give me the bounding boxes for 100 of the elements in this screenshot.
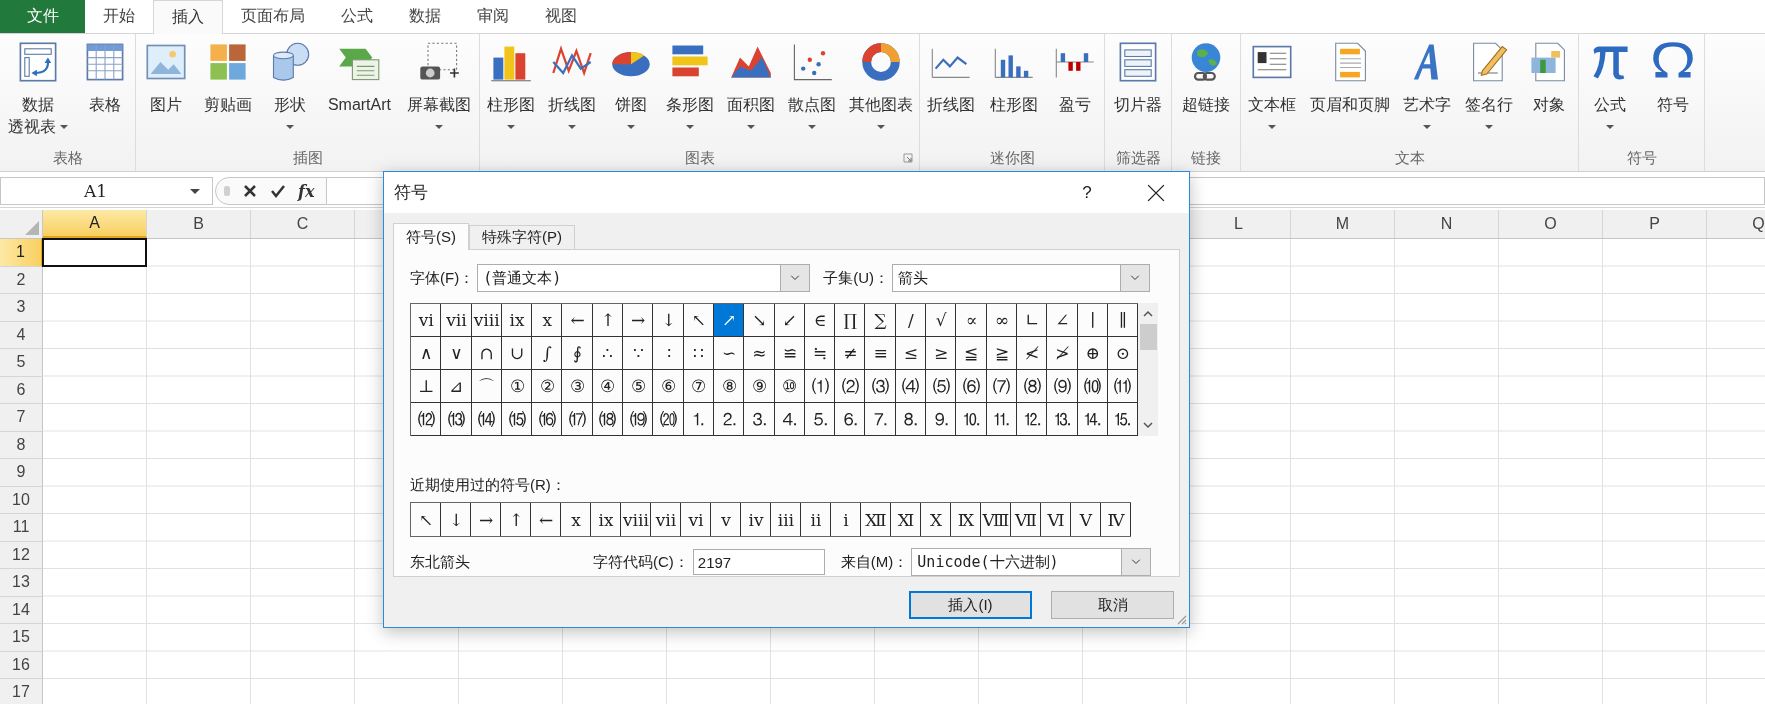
symbol-cell[interactable]: ↑ [592,304,624,337]
symbol-cell[interactable]: ∶ [653,337,684,370]
symbol-cell[interactable]: ⒅ [592,403,624,436]
check-icon[interactable] [270,183,286,199]
symbol-cell[interactable]: ← [562,304,593,337]
symbol-cell[interactable]: ⒄ [562,403,593,436]
symbol-cell[interactable]: ∝ [956,304,987,337]
ribbon-button[interactable]: 表格 [81,38,130,116]
column-header[interactable]: Q [1707,210,1765,238]
symbol-cell[interactable]: √ [926,304,957,337]
help-button[interactable]: ? [1067,176,1107,209]
symbol-cell[interactable]: ⅸ [501,304,533,337]
character-code-field[interactable]: 2197 [692,549,825,575]
row-header[interactable]: 14 [0,596,43,624]
symbol-cell[interactable]: ⊿ [441,370,472,403]
ribbon-button[interactable]: SmartArt [325,38,393,116]
column-header[interactable]: A [43,210,147,238]
row-header[interactable]: 2 [0,266,43,294]
symbol-cell[interactable]: ① [501,370,533,403]
symbol-cell[interactable]: ⒏ [895,403,927,436]
symbol-cell[interactable]: ∩ [471,337,502,370]
ribbon-button[interactable]: 切片器 [1112,38,1164,116]
row-header[interactable]: 9 [0,459,43,487]
ribbon-tab[interactable]: 数据 [391,0,459,33]
ribbon-button[interactable]: 图片 [142,38,190,116]
symbol-cell[interactable]: ∪ [501,337,533,370]
symbol-cell[interactable]: ∧ [411,337,442,370]
symbol-cell[interactable]: ⑶ [865,370,896,403]
symbol-cell[interactable]: ⊥ [411,370,442,403]
column-header[interactable]: O [1499,210,1603,238]
name-box[interactable]: A1 [0,177,213,205]
dialog-button[interactable]: 取消 [1051,591,1174,619]
ribbon-tab[interactable]: 视图 [527,0,595,33]
row-header[interactable]: 15 [0,624,43,652]
symbol-cell[interactable]: ⒊ [744,403,775,436]
ribbon-button[interactable]: 其他图表 [846,38,915,129]
symbol-cell[interactable]: ≮ [1016,337,1048,370]
symbol-cell[interactable]: ∠ [1047,304,1078,337]
ribbon-button[interactable]: 文本框 [1245,38,1298,129]
ribbon-button[interactable]: 剪贴画 [201,38,254,116]
symbol-cell[interactable]: ∏ [835,304,866,337]
symbol-cell[interactable]: ∈ [804,304,836,337]
file-tab[interactable]: 文件 [0,0,85,33]
row-header[interactable]: 17 [0,679,43,704]
symbol-cell[interactable]: ∽ [713,337,745,370]
symbol-cell[interactable]: ∫ [532,337,563,370]
symbol-cell[interactable]: ⒋ [774,403,805,436]
dialog-tab[interactable]: 符号(S) [393,223,469,250]
symbol-cell[interactable]: ≒ [804,337,836,370]
ribbon-button[interactable]: 页眉和页脚 [1307,38,1392,116]
symbol-cell[interactable]: ⒎ [865,403,896,436]
symbol-cell[interactable]: ⅹ [532,304,563,337]
symbol-cell[interactable]: ≦ [956,337,987,370]
symbol-cell[interactable]: ⒉ [713,403,745,436]
font-dropdown[interactable]: (普通文本) [477,264,811,292]
ribbon-button[interactable]: 柱形图 [484,38,537,129]
symbol-cell[interactable]: ≧ [986,337,1017,370]
row-header[interactable]: 6 [0,376,43,404]
row-header[interactable]: 13 [0,569,43,597]
scrollbar-thumb[interactable] [1139,324,1157,350]
symbol-cell[interactable]: ≯ [1047,337,1078,370]
symbol-cell[interactable]: ⑧ [713,370,745,403]
symbol-cell[interactable]: ⒇ [653,403,684,436]
column-header[interactable]: B [147,210,251,238]
symbol-cell[interactable]: ⑻ [1016,370,1048,403]
symbol-cell[interactable]: ⑷ [895,370,927,403]
symbol-cell[interactable]: ↓ [653,304,684,337]
ribbon-button[interactable]: 符号 [1648,38,1697,116]
ribbon-button[interactable]: 形状 [265,38,314,129]
symbol-cell[interactable]: ≈ [744,337,775,370]
ribbon-button[interactable]: 盈亏 [1050,38,1099,116]
column-header[interactable]: M [1291,210,1395,238]
dialog-tab[interactable]: 特殊字符(P) [469,225,575,249]
symbol-cell[interactable]: ⑥ [653,370,684,403]
symbol-cell[interactable]: ⒐ [926,403,957,436]
symbol-cell[interactable]: ∞ [986,304,1017,337]
ribbon-button[interactable]: 数据 透视表 [5,38,70,138]
symbol-cell[interactable]: ⑼ [1047,370,1078,403]
symbol-cell[interactable]: ⑴ [804,370,836,403]
symbol-cell[interactable]: ⒒ [986,403,1017,436]
dialog-launcher-icon[interactable] [903,153,913,163]
ribbon-tab[interactable]: 开始 [85,0,153,33]
symbol-cell[interactable]: ≠ [835,337,866,370]
ribbon-button[interactable]: 公式 [1586,38,1635,129]
ribbon-button[interactable]: 散点图 [785,38,838,129]
symbol-cell[interactable]: ⊕ [1077,337,1108,370]
symbol-cell[interactable]: ⒍ [835,403,866,436]
symbol-cell[interactable]: ⒈ [683,403,714,436]
symbol-cell[interactable]: ⅷ [471,304,502,337]
ribbon-button[interactable]: 屏幕截图 [405,38,473,129]
symbol-cell[interactable]: ⑹ [956,370,987,403]
ribbon-button[interactable]: 折线图 [925,38,978,116]
symbol-cell[interactable]: ⑸ [926,370,957,403]
symbol-cell[interactable]: ≡ [865,337,896,370]
symbol-cell[interactable]: ⑨ [744,370,775,403]
ribbon-tab[interactable]: 插入 [153,0,223,34]
ribbon-button[interactable]: 饼图 [606,38,655,129]
ribbon-button[interactable]: 超链接 [1180,38,1232,116]
symbol-cell[interactable]: ∑ [865,304,896,337]
symbol-cell[interactable]: ⅵ [411,304,442,337]
